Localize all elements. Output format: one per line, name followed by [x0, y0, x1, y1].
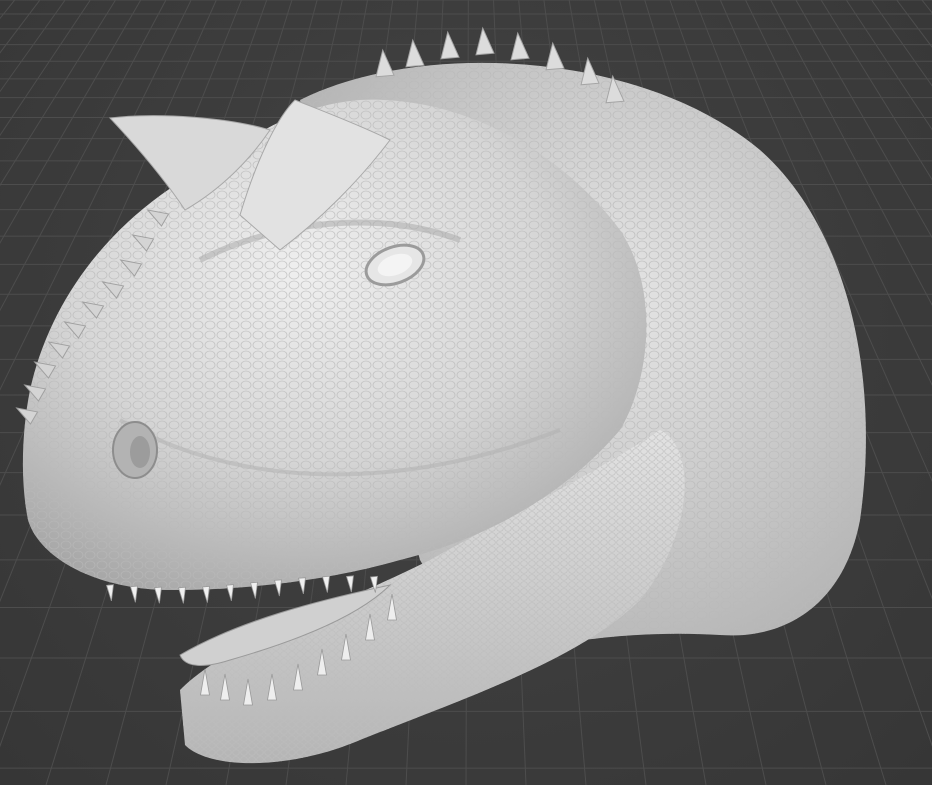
upper-tooth	[345, 575, 354, 593]
back-spike	[440, 30, 460, 60]
back-spike	[375, 48, 395, 78]
dinosaur-head-model[interactable]	[0, 0, 932, 785]
upper-tooth	[105, 584, 114, 602]
upper-tooth	[273, 579, 282, 597]
3d-viewport[interactable]	[0, 0, 932, 785]
back-spike	[580, 56, 600, 86]
back-spike	[545, 41, 565, 71]
upper-tooth	[321, 575, 330, 593]
upper-tooth	[201, 585, 210, 603]
upper-tooth	[153, 586, 162, 604]
back-spike	[405, 38, 425, 68]
upper-tooth	[249, 581, 258, 599]
upper-tooth	[297, 577, 306, 595]
back-spike	[510, 31, 530, 61]
upper-tooth	[177, 586, 186, 604]
upper-tooth	[225, 584, 234, 601]
back-spike	[475, 26, 495, 56]
upper-tooth	[129, 585, 138, 603]
